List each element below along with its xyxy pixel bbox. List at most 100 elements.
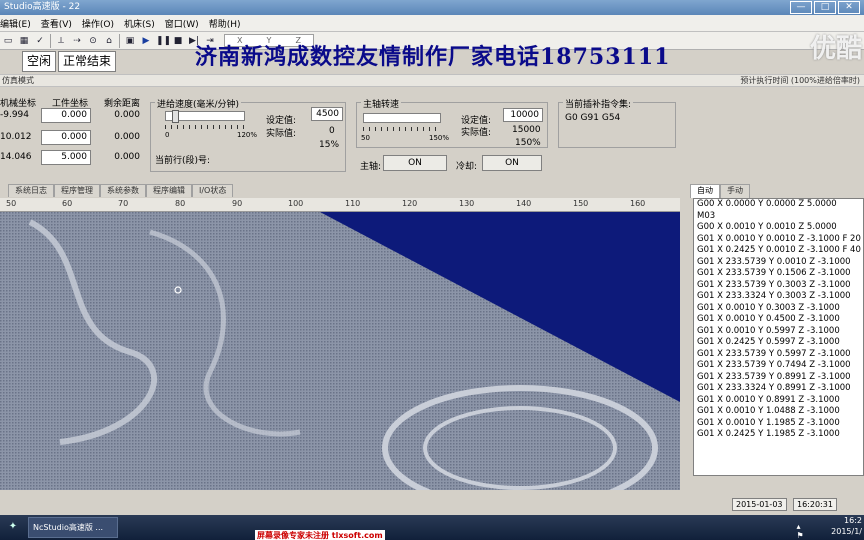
menu-window[interactable]: 窗口(W) (165, 17, 199, 30)
ruler-label: 80 (175, 199, 186, 208)
status-time: 16:20:31 (793, 498, 837, 511)
work-z-field[interactable]: 5.000 (41, 150, 91, 165)
view-ruler: 50 60 70 80 90 100 110 120 130 140 150 1… (0, 198, 680, 212)
gcode-line[interactable]: G01 X 233.5739 Y 0.3003 Z -3.1000 (694, 280, 863, 292)
maximize-button[interactable]: □ (814, 1, 836, 14)
feed-set-field[interactable]: 4500 (311, 107, 343, 121)
pause-icon[interactable]: ❚❚ (156, 35, 171, 47)
feed-set-label: 设定值: (266, 116, 297, 126)
stop-icon[interactable]: ■ (172, 35, 184, 47)
menu-bar: 编辑(E) 查看(V) 操作(O) 机床(S) 窗口(W) 帮助(H) (0, 15, 864, 32)
gcode-line[interactable]: G01 X 0.0010 Y 0.4500 Z -3.1000 (694, 314, 863, 326)
gcode-line[interactable]: G01 X 0.2425 Y 0.0010 Z -3.1000 F 40 (694, 245, 863, 257)
gcode-line[interactable]: G01 X 233.5739 Y 0.0010 Z -3.1000 (694, 257, 863, 269)
estimate-label: 预计执行时间 (100%进给倍率时) (740, 76, 860, 85)
mode-bar: 仿真模式 预计执行时间 (100%进给倍率时) (0, 74, 864, 87)
menu-operation[interactable]: 操作(O) (82, 17, 114, 30)
current-line-label: 当前行(段)号: (155, 156, 211, 166)
menu-help[interactable]: 帮助(H) (209, 17, 241, 30)
tab-program-edit[interactable]: 程序编辑 (146, 184, 192, 197)
feed-slider-ticks (165, 125, 245, 129)
play-icon[interactable]: ▶ (140, 35, 152, 47)
tab-io-status[interactable]: I/O状态 (192, 184, 234, 197)
gcode-line[interactable]: G01 X 233.5739 Y 0.1506 Z -3.1000 (694, 268, 863, 280)
taskbar-app-ncstudio[interactable]: NcStudio高速版 ... (28, 517, 118, 538)
window-icon[interactable]: ▭ (2, 35, 14, 47)
ruler-label: 60 (62, 199, 73, 208)
minimize-button[interactable]: — (790, 1, 812, 14)
ruler-label: 130 (459, 199, 475, 208)
spindle-slider[interactable] (363, 113, 441, 123)
zero-icon[interactable]: ⊙ (87, 35, 99, 47)
toolbar-separator (50, 33, 51, 48)
load-icon[interactable]: ▣ (124, 35, 136, 47)
gcode-line[interactable]: M03 (694, 211, 863, 223)
gcode-line[interactable]: G01 X 0.0010 Y 0.5997 Z -3.1000 (694, 326, 863, 338)
gcode-line[interactable]: G01 X 0.0010 Y 0.3003 Z -3.1000 (694, 303, 863, 315)
tray-icons[interactable]: ▴ ⚑ ◧ ♪ (796, 522, 804, 540)
gcode-line[interactable]: G01 X 233.3324 Y 0.3003 Z -3.1000 (694, 291, 863, 303)
gcode-line[interactable]: G01 X 0.0010 Y 0.8991 Z -3.1000 (694, 395, 863, 407)
ruler-label: 160 (630, 199, 646, 208)
normal-end-status: 正常结束 (58, 51, 117, 72)
spindle-on-button[interactable]: ON (383, 155, 447, 171)
spindle-set-field[interactable]: 10000 (503, 108, 543, 122)
spindle-actual-value: 15000 (512, 125, 541, 135)
menu-view[interactable]: 查看(V) (41, 17, 72, 30)
toolpath-render (0, 212, 680, 490)
coord-row-y: 10.012 0.000 0.000 (0, 130, 148, 146)
gcode-line[interactable]: G00 X 0.0000 Y 0.0000 Z 5.0000 (694, 199, 863, 211)
gcode-line[interactable]: G01 X 233.5739 Y 0.5997 Z -3.1000 (694, 349, 863, 361)
spindle-on-label: 主轴: (360, 162, 382, 172)
spindle-slider-ticks (363, 127, 441, 131)
gcode-line[interactable]: G00 X 0.0010 Y 0.0010 Z 5.0000 (694, 222, 863, 234)
feed-rate-title: 进给速度(毫米/分钟) (155, 97, 242, 110)
gcode-line[interactable]: G01 X 233.5739 Y 0.7494 Z -3.1000 (694, 360, 863, 372)
ruler-label: 70 (118, 199, 129, 208)
gcode-line[interactable]: G01 X 233.5739 Y 0.8991 Z -3.1000 (694, 372, 863, 384)
work-x-field[interactable]: 0.000 (41, 108, 91, 123)
gcode-line[interactable]: G01 X 0.2425 Y 1.1985 Z -3.1000 (694, 429, 863, 441)
gcode-list[interactable]: G00 X 0.0000 Y 0.0000 Z 5.0000 M03 G00 X 0… (693, 198, 864, 476)
feed-percent: 15% (319, 140, 340, 150)
remain-y: 0.000 (114, 132, 140, 142)
spindle-max-label: 150% (429, 134, 450, 142)
simulation-viewport[interactable] (0, 212, 680, 490)
check-icon[interactable]: ✓ (34, 35, 46, 47)
gcode-line[interactable]: G01 X 0.0010 Y 1.0488 Z -3.1000 (694, 406, 863, 418)
ruler-label: 150 (573, 199, 589, 208)
coolant-on-button[interactable]: ON (482, 155, 542, 171)
home-icon[interactable]: ⌂ (103, 35, 115, 47)
spindle-title: 主轴转速 (361, 97, 402, 110)
feed-slider-thumb[interactable] (172, 110, 179, 123)
spindle-group: 主轴转速 50 150% 设定值: 10000 实际值: 15000 150% (356, 97, 548, 148)
window-title: Studio高速版 - 22 (4, 2, 81, 12)
close-button[interactable]: ✕ (838, 1, 860, 14)
remain-x: 0.000 (114, 110, 140, 120)
gcode-line[interactable]: G01 X 233.3324 Y 0.8991 Z -3.1000 (694, 383, 863, 395)
status-row: 空闲 正常结束 (0, 51, 117, 72)
ruler-label: 120 (402, 199, 418, 208)
grid-icon[interactable]: ▦ (18, 35, 30, 47)
start-icon[interactable]: ✦ (4, 518, 22, 536)
remain-z: 0.000 (114, 152, 140, 162)
axis-icon[interactable]: ⟂ (55, 35, 67, 47)
interp-title: 当前插补指令集: (563, 97, 634, 110)
work-y-field[interactable]: 0.000 (41, 130, 91, 145)
tray-time: 16:2 (844, 516, 862, 525)
tab-auto[interactable]: 自动 (690, 184, 720, 198)
tray-date: 2015/1/ (831, 527, 862, 536)
tab-manual[interactable]: 手动 (720, 184, 750, 198)
move-icon[interactable]: ⇢ (71, 35, 83, 47)
tab-system-params[interactable]: 系统参数 (100, 184, 146, 197)
tab-program-manage[interactable]: 程序管理 (54, 184, 100, 197)
menu-machine[interactable]: 机床(S) (124, 17, 155, 30)
gcode-line[interactable]: G01 X 0.0010 Y 0.0010 Z -3.1000 F 20 (694, 234, 863, 246)
watermark: 优酷 (809, 34, 862, 64)
ruler-label: 140 (516, 199, 532, 208)
tab-system-log[interactable]: 系统日志 (8, 184, 54, 197)
gcode-line[interactable]: G01 X 0.0010 Y 1.1985 Z -3.1000 (694, 418, 863, 430)
feed-rate-slider[interactable] (165, 110, 245, 123)
menu-edit[interactable]: 编辑(E) (0, 17, 31, 30)
gcode-line[interactable]: G01 X 0.2425 Y 0.5997 Z -3.1000 (694, 337, 863, 349)
